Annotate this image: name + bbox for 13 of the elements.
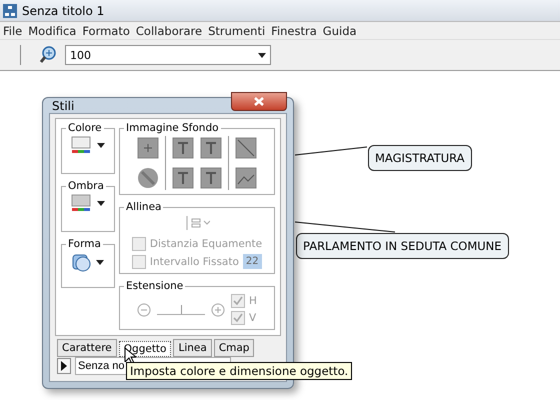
checkbox-label: V [249, 312, 256, 324]
group-label: Forma [67, 238, 102, 250]
dialog-title: Stili [51, 98, 74, 112]
group-label: Immagine Sfondo [125, 122, 220, 134]
checkbox-label: Intervallo Fissato [150, 256, 239, 268]
group-label: Ombra [67, 180, 105, 192]
group-label: Allinea [125, 201, 162, 213]
tooltip: Imposta colore e dimensione oggetto. [126, 362, 352, 380]
group-label: Colore [67, 122, 103, 134]
checkbox-label: Distanzia Equamente [150, 238, 262, 250]
group-label: Estensione [125, 280, 184, 292]
window-title: Senza titolo 1 [22, 4, 104, 18]
checkbox-label: H [249, 295, 257, 307]
